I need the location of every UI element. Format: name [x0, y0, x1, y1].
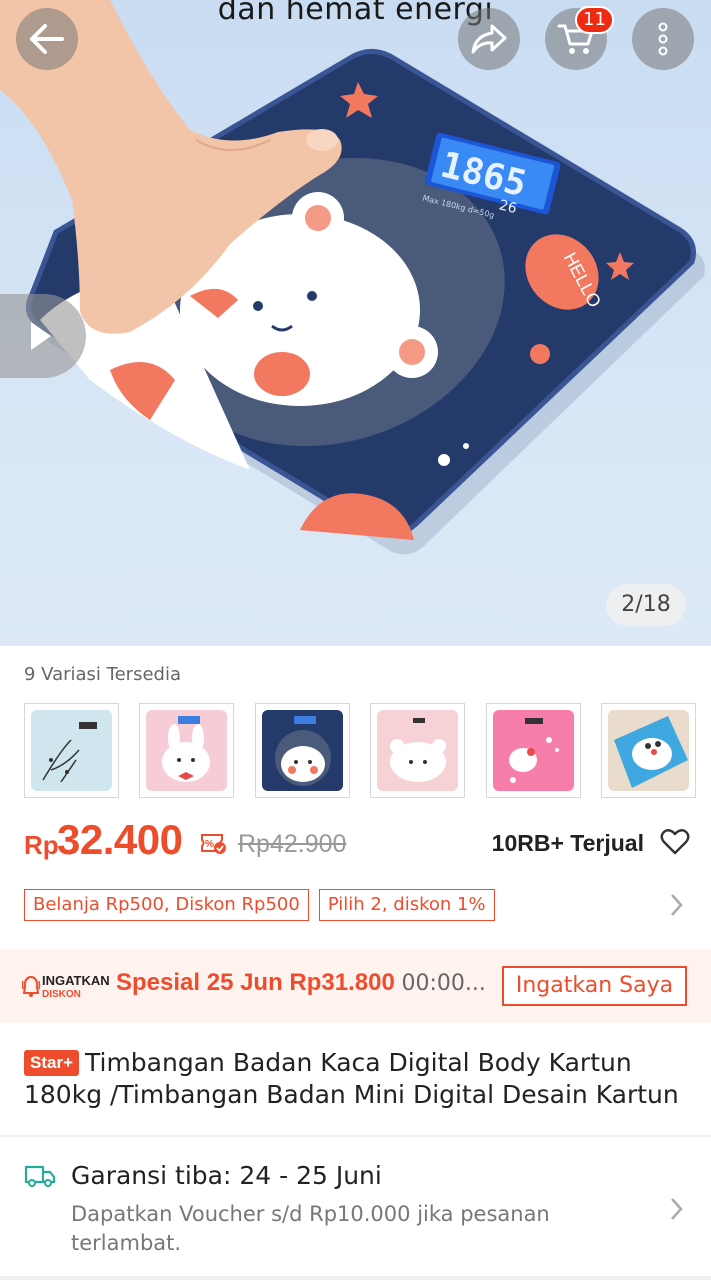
product-image: HELLO 1865 26 Max 180kg d=50g: [0, 0, 705, 555]
delivery-truck-icon: [24, 1165, 56, 1187]
share-icon: [471, 24, 507, 54]
product-image-carousel[interactable]: dan hemat energi HELLO 1865 26 Max 180kg…: [0, 0, 711, 646]
variation-thumb-4[interactable]: [370, 703, 466, 798]
product-title-text: Timbangan Badan Kaca Digital Body Kartun…: [24, 1048, 679, 1109]
variation-thumb-6[interactable]: [601, 703, 697, 798]
pink-hello-kitty-scale-image: [508, 718, 559, 783]
sold-count: 10RB+ Terjual: [491, 830, 644, 856]
special-time: 00:00...: [401, 971, 486, 996]
special-price-banner: INGATKAN DISKON Spesial 25 Jun Rp31.800 …: [0, 949, 711, 1023]
section-divider: [0, 1276, 711, 1280]
variations-label: 9 Variasi Tersedia: [24, 664, 181, 685]
discount-ticket-icon: %: [201, 834, 226, 854]
image-counter: 2/18: [606, 584, 686, 626]
variation-thumb-3[interactable]: [254, 703, 350, 798]
pink-bunny-scale-image: [162, 716, 211, 782]
star-plus-badge: Star+: [24, 1050, 79, 1076]
promo-chip-1[interactable]: Belanja Rp500, Diskon Rp500: [24, 889, 309, 921]
more-vertical-icon: [658, 22, 668, 56]
favorite-heart-icon[interactable]: [660, 828, 690, 856]
cart-count-badge: 11: [575, 6, 614, 34]
remind-me-button[interactable]: Ingatkan Saya: [502, 966, 687, 1006]
variation-thumb-1[interactable]: [24, 703, 119, 798]
current-price: 32.400: [57, 816, 183, 863]
more-options-button[interactable]: [632, 8, 694, 70]
promo-chips[interactable]: Belanja Rp500, Diskon Rp500 Pilih 2, disk…: [24, 889, 505, 921]
variation-thumb-2[interactable]: [139, 703, 235, 798]
play-video-button[interactable]: [0, 294, 86, 378]
special-price-text: Spesial 25 Jun Rp31.800 00:00...: [116, 969, 486, 997]
logo-line2: DISKON: [42, 989, 81, 1000]
original-price: Rp42.900: [238, 830, 347, 858]
special-label: Spesial 25 Jun Rp31.800: [116, 969, 395, 996]
logo-line1: INGATKAN: [42, 973, 110, 988]
chevron-right-icon[interactable]: [666, 1196, 686, 1222]
svg-text:%: %: [205, 839, 214, 850]
cart-button[interactable]: 11: [545, 6, 614, 70]
navy-bear-scale-image: [274, 716, 331, 786]
shipping-voucher-text: Dapatkan Voucher s/d Rp10.000 jika pesan…: [71, 1202, 550, 1255]
white-glass-scale-image: [42, 722, 97, 783]
price-row: Rp 32.400 % Rp42.900 10RB+ Terjual: [24, 816, 690, 872]
share-button[interactable]: [458, 8, 520, 70]
reminder-discount-logo: INGATKAN DISKON: [22, 973, 110, 1000]
promo-chip-2[interactable]: Pilih 2, diskon 1%: [318, 889, 495, 921]
variation-thumb-5[interactable]: [485, 703, 581, 798]
play-icon: [31, 322, 51, 350]
product-title: Star+ Timbangan Badan Kaca Digital Body K…: [24, 1047, 684, 1111]
blue-doraemon-scale-image: [614, 716, 689, 788]
chevron-right-icon[interactable]: [666, 892, 686, 918]
pink-cat-scale-image: [390, 718, 447, 782]
price-currency: Rp: [24, 830, 59, 860]
back-button[interactable]: [16, 8, 78, 70]
arrow-left-icon: [30, 24, 64, 54]
variation-thumbnails: [24, 703, 711, 799]
shipping-guarantee-title[interactable]: Garansi tiba: 24 - 25 Juni: [71, 1161, 382, 1190]
divider: [0, 1135, 711, 1137]
